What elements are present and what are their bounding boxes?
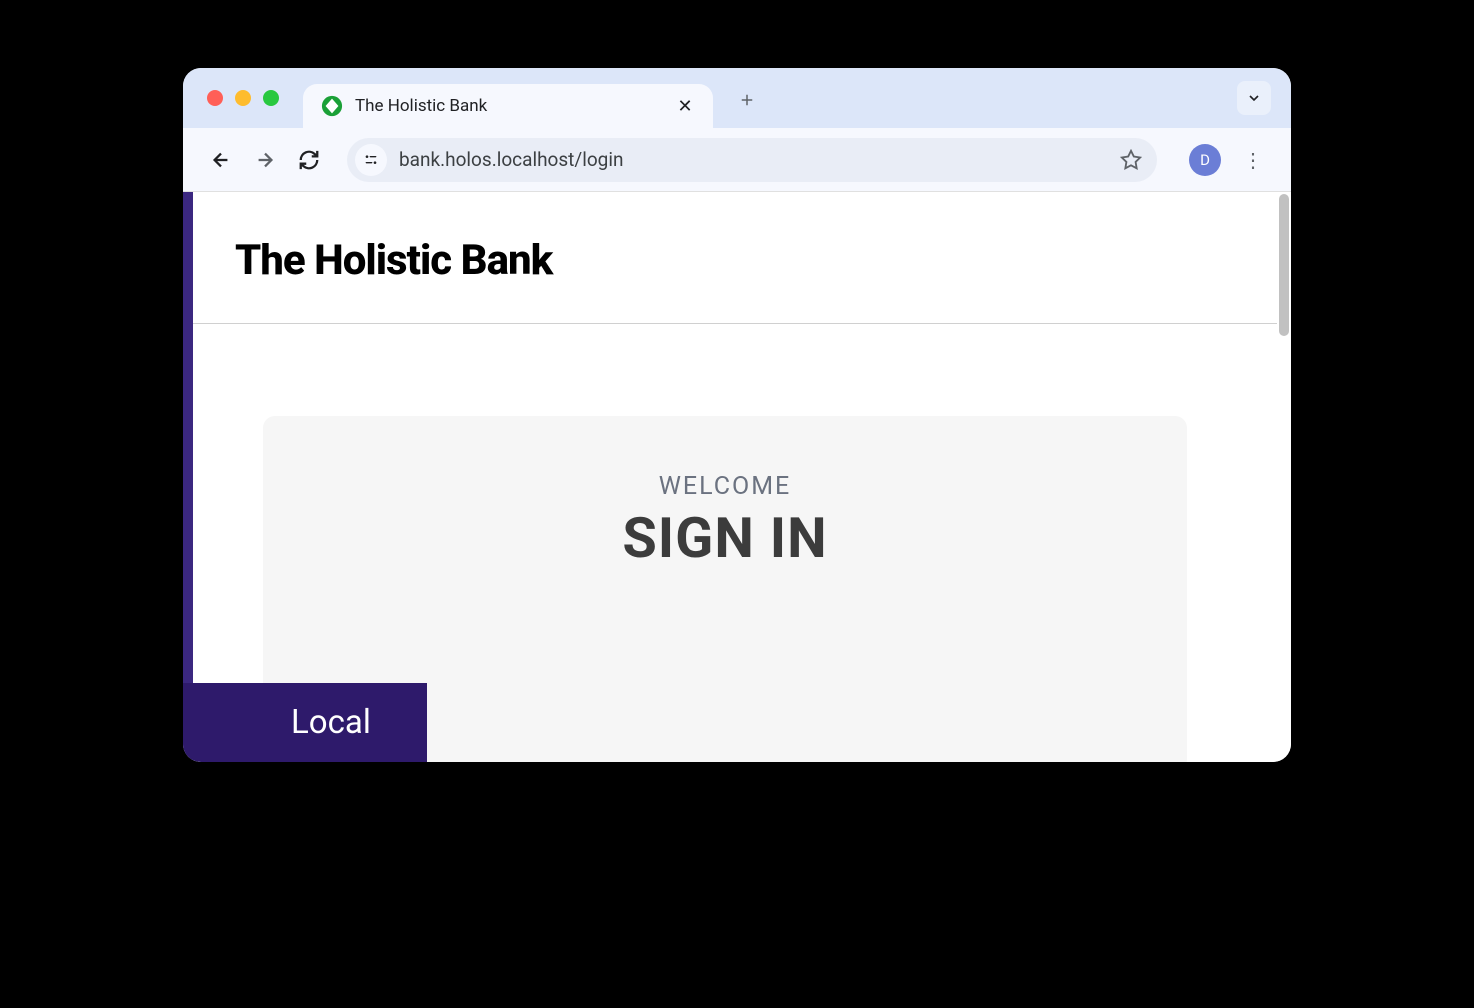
profile-avatar[interactable]: D — [1189, 144, 1221, 176]
new-tab-button[interactable] — [733, 86, 761, 114]
environment-badge: Local — [183, 683, 427, 762]
page-content: The Holistic Bank WELCOME SIGN IN Local — [183, 192, 1277, 762]
tabs-dropdown-button[interactable] — [1237, 81, 1271, 115]
scrollbar-thumb[interactable] — [1279, 194, 1289, 336]
tab-title: The Holistic Bank — [355, 96, 663, 116]
browser-menu-button[interactable]: ⋮ — [1235, 142, 1271, 178]
window-controls — [207, 90, 279, 106]
address-bar[interactable]: bank.holos.localhost/login — [347, 138, 1157, 182]
favicon-icon — [321, 95, 343, 117]
bookmark-star-icon[interactable] — [1113, 142, 1149, 178]
welcome-label: WELCOME — [303, 472, 1147, 501]
close-window-button[interactable] — [207, 90, 223, 106]
url-text: bank.holos.localhost/login — [399, 148, 1113, 171]
browser-tab[interactable]: The Holistic Bank ✕ — [303, 84, 713, 128]
reload-button[interactable] — [291, 142, 327, 178]
tab-bar: The Holistic Bank ✕ — [183, 68, 1291, 128]
back-button[interactable] — [203, 142, 239, 178]
scrollbar[interactable] — [1277, 192, 1291, 762]
accent-sidebar — [183, 192, 193, 762]
minimize-window-button[interactable] — [235, 90, 251, 106]
signin-heading: SIGN IN — [303, 505, 1147, 571]
maximize-window-button[interactable] — [263, 90, 279, 106]
site-settings-icon[interactable] — [355, 144, 387, 176]
forward-button[interactable] — [247, 142, 283, 178]
close-tab-icon[interactable]: ✕ — [675, 96, 695, 117]
page-header: The Holistic Bank — [183, 192, 1277, 324]
browser-window: The Holistic Bank ✕ bank.holos.localhost… — [183, 68, 1291, 762]
page-title: The Holistic Bank — [235, 236, 1277, 285]
page-viewport: The Holistic Bank WELCOME SIGN IN Local — [183, 192, 1291, 762]
browser-toolbar: bank.holos.localhost/login D ⋮ — [183, 128, 1291, 192]
